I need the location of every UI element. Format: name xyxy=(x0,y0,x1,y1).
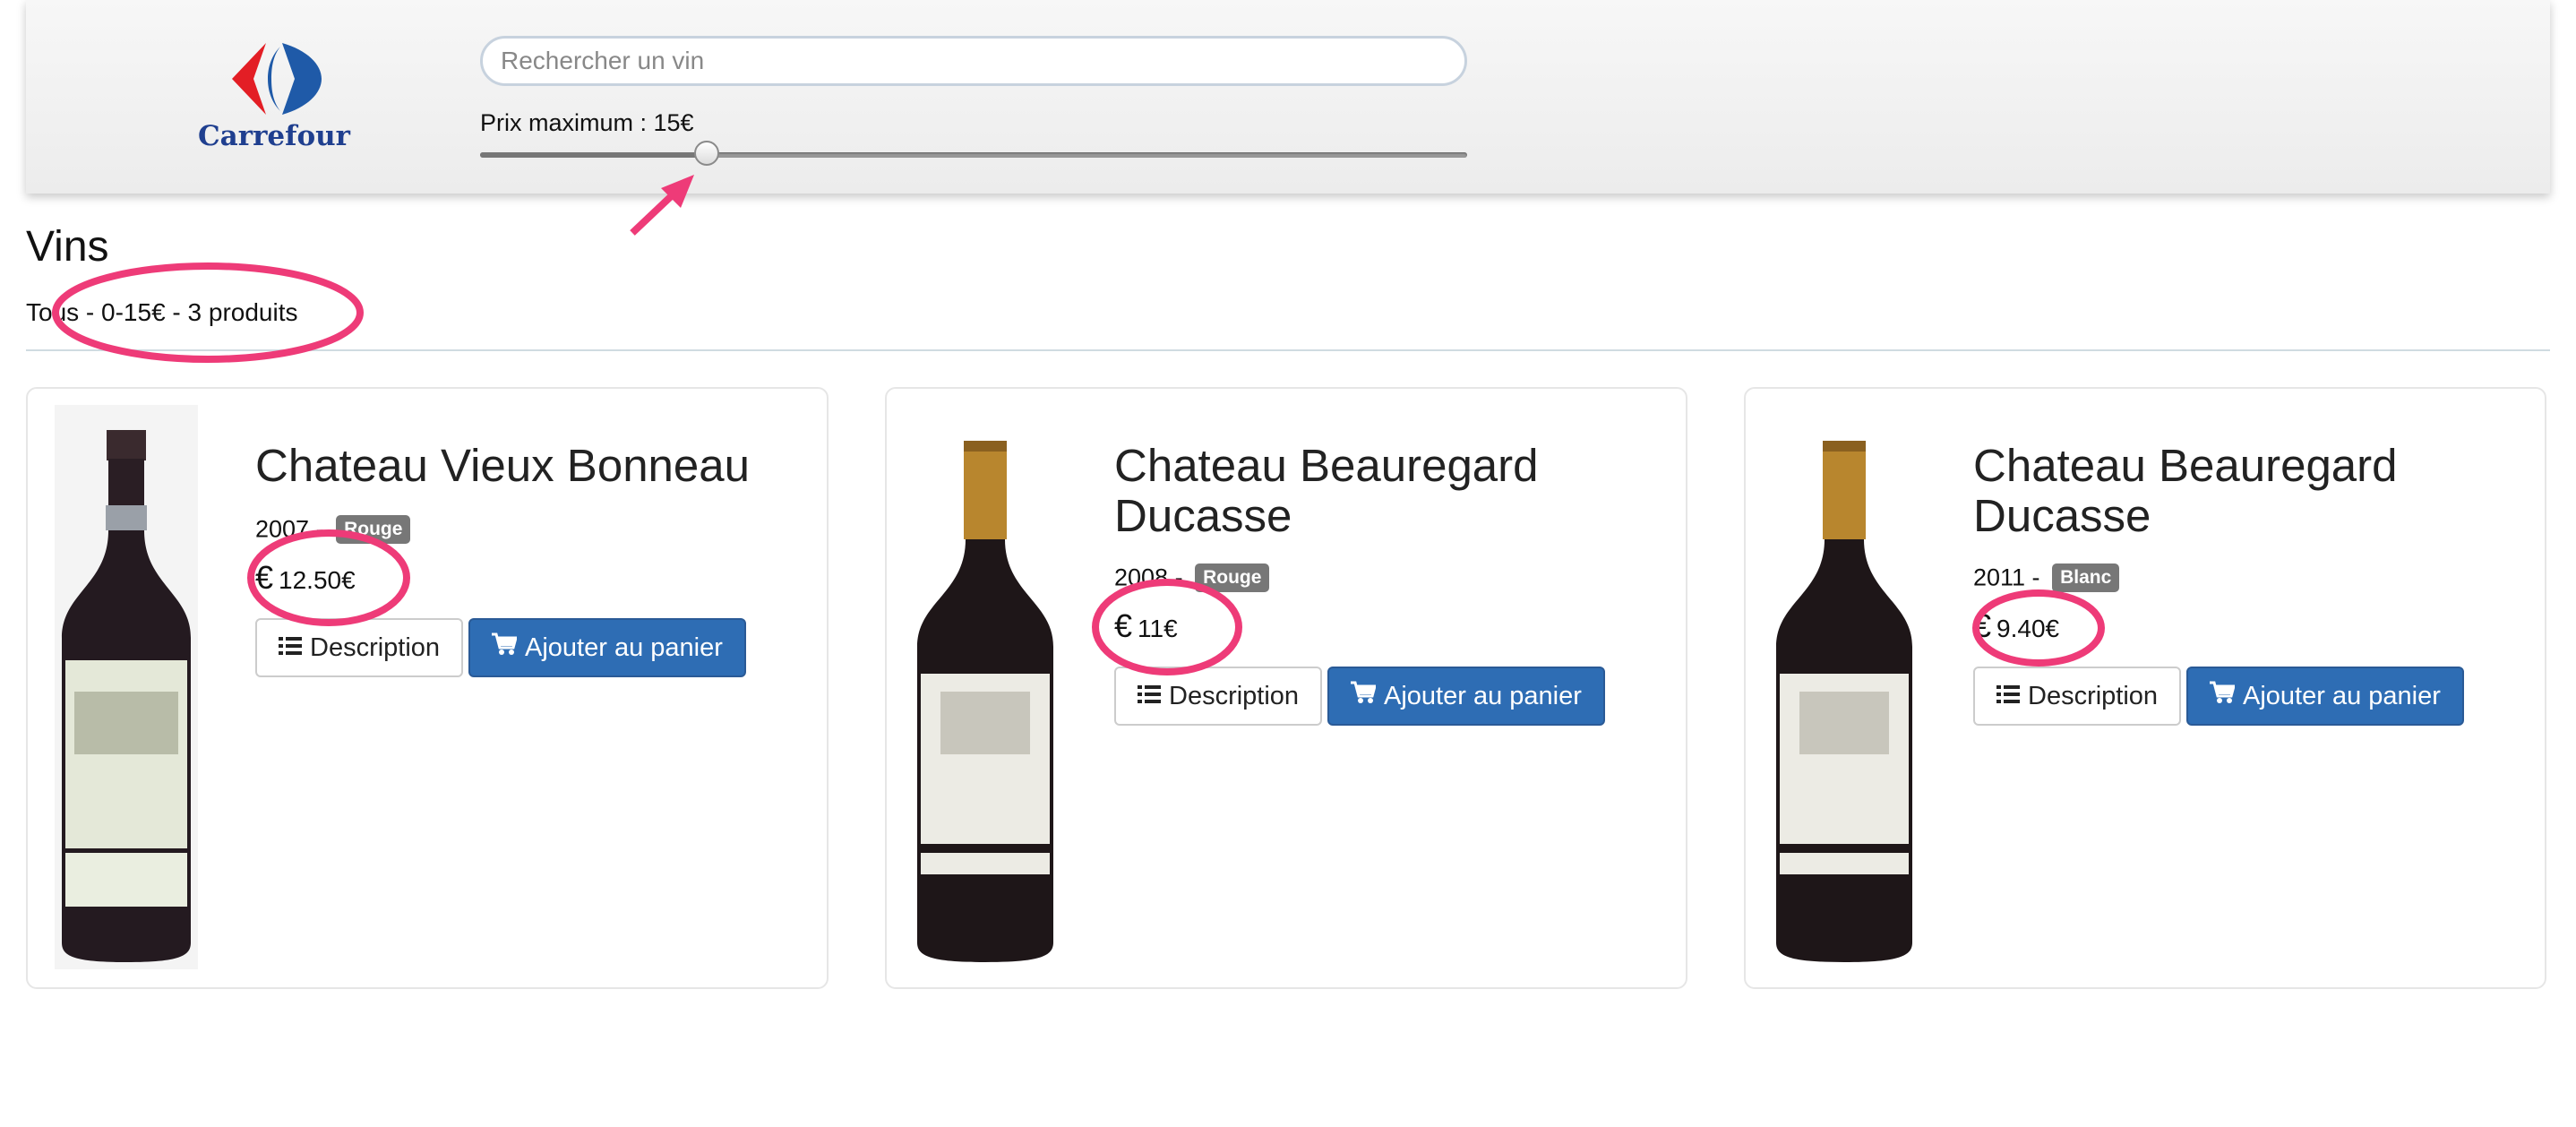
product-card: Chateau Vieux Bonneau 2007 - Rouge €12.5… xyxy=(26,387,829,989)
product-card: Chateau Beauregard Ducasse 2011 - Blanc … xyxy=(1744,387,2546,989)
product-price: €12.50€ xyxy=(255,559,356,597)
euro-icon: € xyxy=(1973,607,1992,644)
description-button[interactable]: Description xyxy=(255,618,464,677)
results-summary: Tous - 0-15€ - 3 produits xyxy=(26,298,298,326)
price-filter-label: Prix maximum : 15€ xyxy=(480,109,694,136)
price-value: 11€ xyxy=(1138,615,1178,642)
wine-color-badge: Blanc xyxy=(2052,563,2120,592)
product-info: 2008 - Rouge xyxy=(1114,563,1270,592)
divider xyxy=(26,349,2550,351)
carrefour-logo-icon xyxy=(232,43,322,115)
search-input[interactable] xyxy=(480,36,1467,86)
product-name[interactable]: Chateau Vieux Bonneau xyxy=(255,441,793,491)
price-slider-thumb[interactable] xyxy=(694,141,720,166)
product-card: Chateau Beauregard Ducasse 2008 - Rouge … xyxy=(885,387,1687,989)
description-label: Description xyxy=(310,632,441,662)
list-icon xyxy=(1138,682,1161,711)
product-year: 2008 - xyxy=(1114,564,1183,591)
cart-icon xyxy=(1351,681,1377,711)
euro-icon: € xyxy=(255,559,274,596)
wine-bottle-image xyxy=(1773,405,1916,969)
cart-icon xyxy=(2210,681,2236,711)
wine-color-badge: Rouge xyxy=(336,514,411,544)
product-price: €11€ xyxy=(1114,607,1178,645)
product-name[interactable]: Chateau Beauregard Ducasse xyxy=(1114,441,1652,541)
product-info: 2011 - Blanc xyxy=(1973,563,2120,592)
description-label: Description xyxy=(1169,681,1300,710)
wine-bottle-image xyxy=(55,405,198,969)
brand-logo[interactable]: Carrefour xyxy=(171,38,377,163)
add-to-cart-button[interactable]: Ajouter au panier xyxy=(2186,667,2464,726)
add-to-cart-label: Ajouter au panier xyxy=(2243,681,2441,710)
wine-color-badge: Rouge xyxy=(1195,563,1270,592)
top-header: Carrefour Prix maximum : 15€ xyxy=(26,0,2550,194)
product-name[interactable]: Chateau Beauregard Ducasse xyxy=(1973,441,2511,541)
price-slider-fill xyxy=(480,152,708,158)
brand-name: Carrefour xyxy=(197,120,351,152)
product-year: 2011 - xyxy=(1973,564,2040,591)
page-title: Vins xyxy=(26,223,109,271)
list-icon xyxy=(1996,682,2020,711)
wine-bottle-image xyxy=(914,405,1057,969)
add-to-cart-button[interactable]: Ajouter au panier xyxy=(1327,667,1605,726)
add-to-cart-label: Ajouter au panier xyxy=(1384,681,1582,710)
list-icon xyxy=(279,633,302,663)
price-slider[interactable] xyxy=(480,141,1467,166)
add-to-cart-button[interactable]: Ajouter au panier xyxy=(468,618,746,677)
description-label: Description xyxy=(2028,681,2159,710)
price-value: 9.40€ xyxy=(1996,615,2060,642)
description-button[interactable]: Description xyxy=(1114,667,1323,726)
product-price: €9.40€ xyxy=(1973,607,2059,645)
price-value: 12.50€ xyxy=(279,566,356,594)
product-info: 2007 - Rouge xyxy=(255,514,411,544)
product-year: 2007 - xyxy=(255,515,324,543)
euro-icon: € xyxy=(1114,607,1133,644)
cart-icon xyxy=(492,632,518,663)
description-button[interactable]: Description xyxy=(1973,667,2182,726)
add-to-cart-label: Ajouter au panier xyxy=(525,632,723,662)
